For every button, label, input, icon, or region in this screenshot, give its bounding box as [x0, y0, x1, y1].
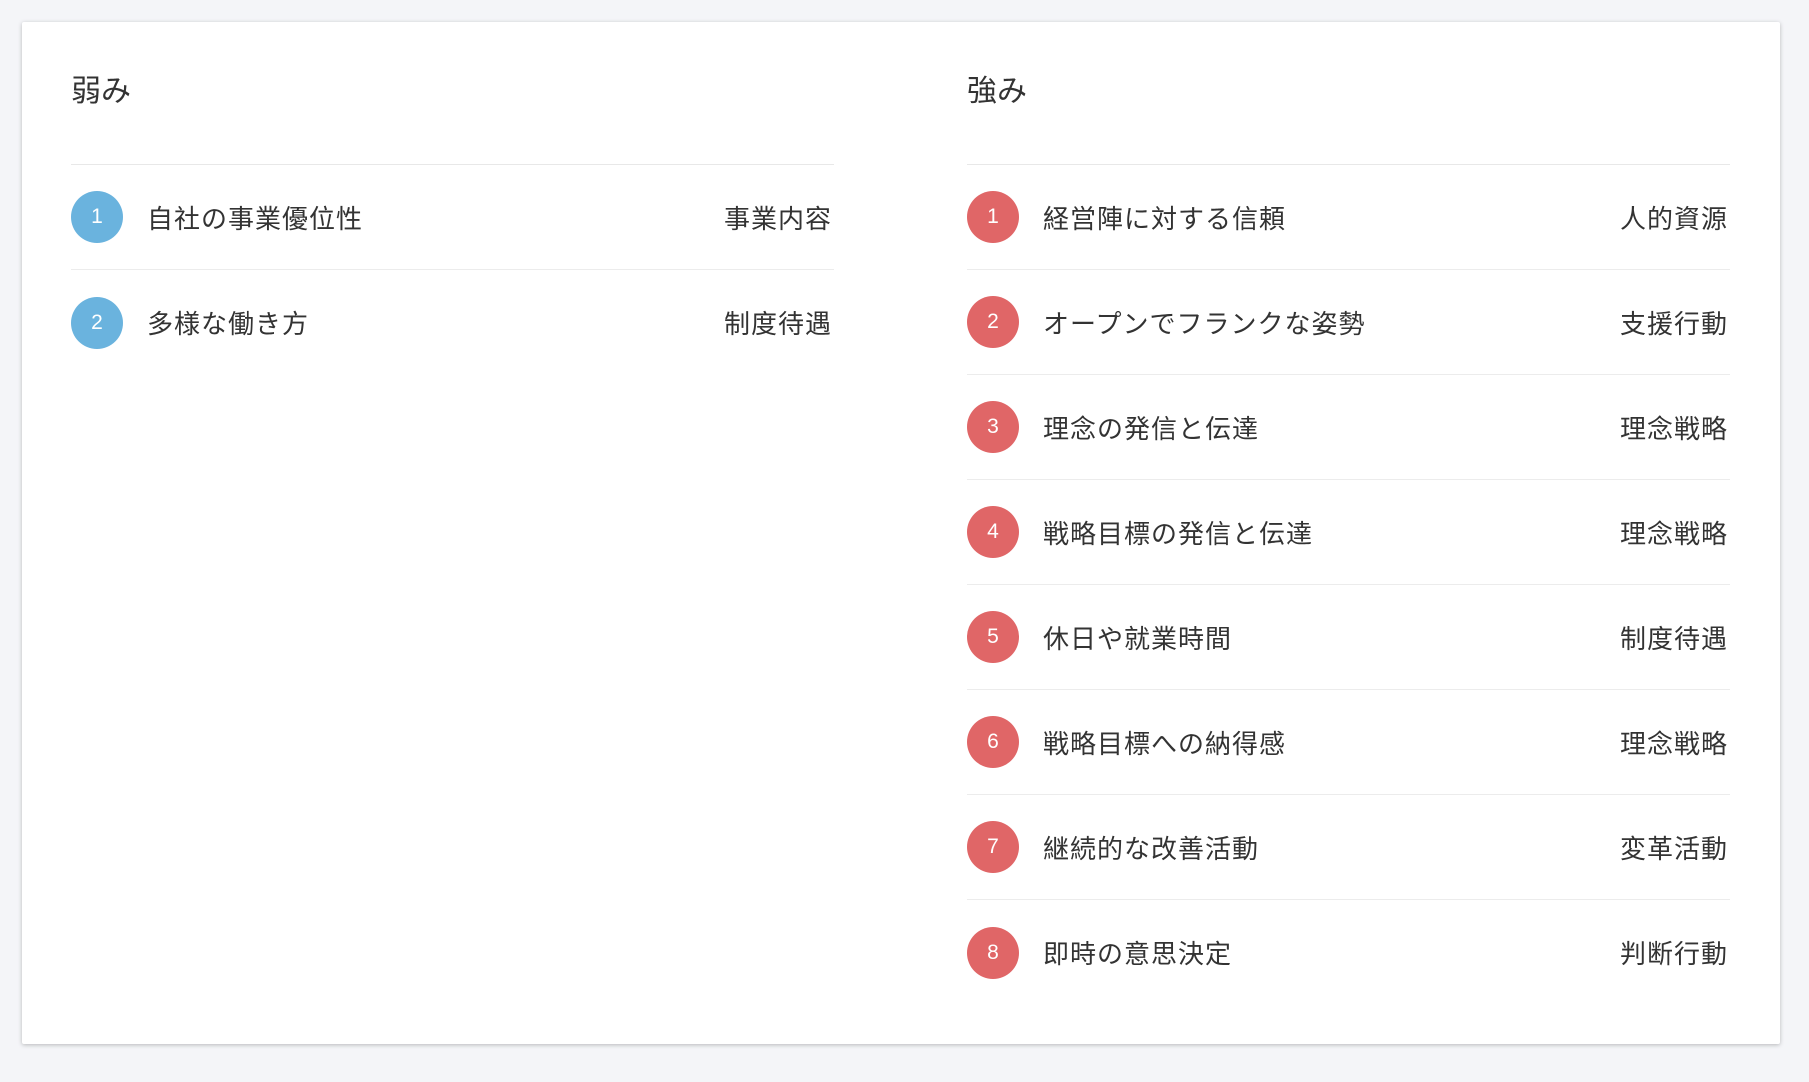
- item-label: 理念の発信と伝達: [1043, 414, 1260, 445]
- strengths-title: 強み: [967, 22, 1730, 165]
- item-category: 支援行動: [1619, 309, 1728, 340]
- item-label: 戦略目標への納得感: [1043, 729, 1287, 760]
- rank-badge: 8: [967, 926, 1019, 979]
- item-category: 変革活動: [1619, 834, 1728, 865]
- item-label: 自社の事業優位性: [147, 204, 364, 235]
- item-label: 即時の意思決定: [1043, 940, 1233, 970]
- rank-badge: 5: [967, 611, 1019, 663]
- item-label: 多様な働き方: [147, 310, 310, 340]
- rank-badge: 6: [967, 716, 1019, 768]
- item-label: 継続的な改善活動: [1043, 834, 1260, 865]
- item-category: 理念戦略: [1619, 519, 1728, 550]
- rank-badge: 2: [967, 296, 1019, 348]
- item-category: 判断行動: [1619, 940, 1728, 970]
- item-label: 戦略目標の発信と伝達: [1043, 519, 1314, 550]
- item-label: 経営陣に対する信頼: [1043, 204, 1287, 235]
- list-item: 4 戦略目標の発信と伝達 理念戦略: [967, 480, 1730, 585]
- rank-badge: 3: [967, 401, 1019, 453]
- rank-badge: 2: [71, 296, 123, 349]
- weaknesses-title: 弱み: [71, 22, 834, 165]
- strengths-column: 強み 1 経営陣に対する信頼 人的資源 2 オープンでフランクな姿勢 支援行動 …: [967, 22, 1730, 1005]
- item-label: オープンでフランクな姿勢: [1043, 309, 1366, 340]
- list-item: 1 経営陣に対する信頼 人的資源: [967, 165, 1730, 270]
- weaknesses-list: 1 自社の事業優位性 事業内容 2 多様な働き方 制度待遇: [71, 165, 834, 375]
- rank-badge: 1: [71, 191, 123, 243]
- list-item: 2 オープンでフランクな姿勢 支援行動: [967, 270, 1730, 375]
- summary-card: 弱み 1 自社の事業優位性 事業内容 2 多様な働き方 制度待遇 強み 1 経営…: [22, 22, 1780, 1044]
- item-category: 人的資源: [1619, 204, 1728, 235]
- list-item: 2 多様な働き方 制度待遇: [71, 270, 834, 375]
- list-item: 7 継続的な改善活動 変革活動: [967, 795, 1730, 900]
- item-category: 事業内容: [723, 204, 832, 235]
- item-category: 制度待遇: [723, 310, 832, 340]
- weaknesses-column: 弱み 1 自社の事業優位性 事業内容 2 多様な働き方 制度待遇: [71, 22, 834, 375]
- list-item: 6 戦略目標への納得感 理念戦略: [967, 690, 1730, 795]
- rank-badge: 1: [967, 191, 1019, 243]
- item-label: 休日や就業時間: [1043, 624, 1233, 655]
- rank-badge: 7: [967, 821, 1019, 873]
- list-item: 5 休日や就業時間 制度待遇: [967, 585, 1730, 690]
- rank-badge: 4: [967, 506, 1019, 558]
- list-item: 8 即時の意思決定 判断行動: [967, 900, 1730, 1005]
- list-item: 3 理念の発信と伝達 理念戦略: [967, 375, 1730, 480]
- strengths-list: 1 経営陣に対する信頼 人的資源 2 オープンでフランクな姿勢 支援行動 3 理…: [967, 165, 1730, 1005]
- list-item: 1 自社の事業優位性 事業内容: [71, 165, 834, 270]
- item-category: 制度待遇: [1619, 624, 1728, 655]
- item-category: 理念戦略: [1619, 729, 1728, 760]
- item-category: 理念戦略: [1619, 414, 1728, 445]
